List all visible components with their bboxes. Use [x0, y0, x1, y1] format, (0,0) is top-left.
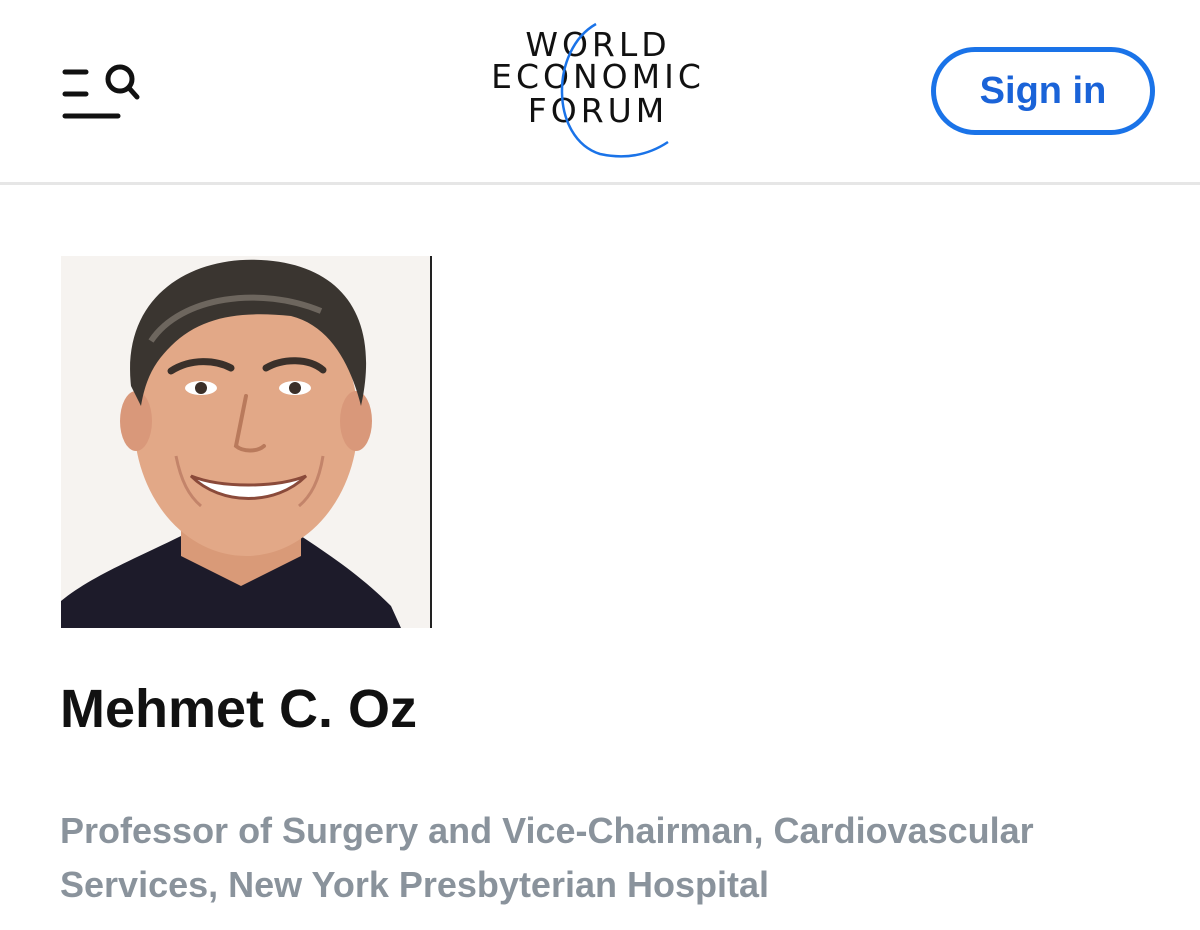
- person-name: Mehmet C. Oz: [60, 679, 418, 739]
- logo-line-forum: FORUM: [527, 91, 669, 130]
- menu-search-button[interactable]: [60, 58, 142, 126]
- sign-in-button[interactable]: Sign in: [931, 47, 1155, 135]
- wef-logo[interactable]: WORLD ECONOMIC FORUM: [478, 20, 718, 162]
- logo-line-economic: ECONOMIC: [491, 57, 705, 96]
- menu-search-icon: [62, 64, 140, 119]
- profile-photo: [61, 256, 432, 628]
- site-header: WORLD ECONOMIC FORUM Sign in: [0, 0, 1200, 185]
- person-title: Professor of Surgery and Vice-Chairman, …: [60, 810, 1034, 905]
